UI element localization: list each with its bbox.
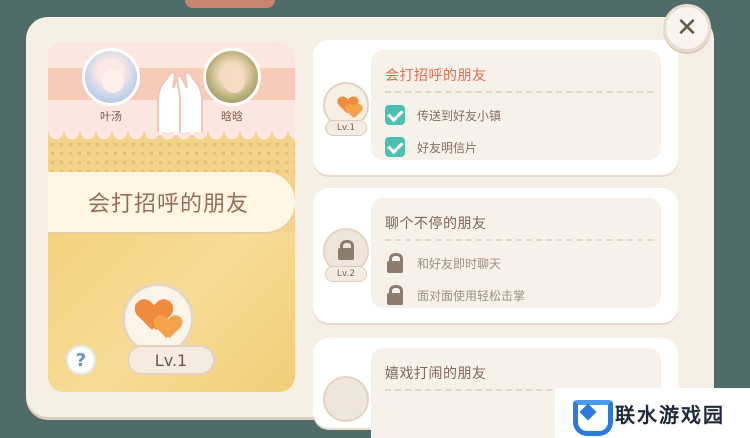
level-2-label: Lv.2 [325,266,367,282]
divider [385,91,653,93]
lock-icon [336,240,356,260]
heart-icon [346,104,361,118]
check-icon [385,105,405,125]
perk-row: 和好友即时聊天 [385,252,501,274]
level-1-title: 会打招呼的朋友 [385,68,487,84]
perk-row: 好友明信片 [385,136,477,158]
divider [385,239,653,241]
watermark: 联水游戏园 [555,388,750,438]
level-card-2: Lv.2 聊个不停的朋友 和好友即时聊天 面对面使用轻松击掌 [313,188,678,323]
close-button[interactable]: ✕ [663,4,711,52]
perk-label: 面对面使用轻松击掌 [417,288,526,303]
level-1-label: Lv.1 [325,120,367,136]
lock-icon [385,253,405,273]
perk-label: 好友明信片 [417,140,478,155]
perk-row: 面对面使用轻松击掌 [385,284,525,306]
current-level-label: Lv.1 [127,345,215,375]
level-2-title: 聊个不停的朋友 [385,216,487,232]
watermark-text: 联水游戏园 [615,402,725,427]
friend-name-1: 叶汤 [100,110,122,123]
level-card-1: Lv.1 会打招呼的朋友 传送到好友小镇 好友明信片 [313,40,678,175]
friend-name-2: 晗晗 [221,110,243,123]
help-button[interactable]: ? [66,345,96,375]
check-icon [385,137,405,157]
lock-icon [385,285,405,305]
friend-avatar-2[interactable] [203,48,261,106]
perk-label: 传送到好友小镇 [417,108,502,123]
level-3-locked-badge [323,376,369,422]
relationship-title: 会打招呼的朋友 [87,192,249,217]
top-decor-strip [185,0,275,8]
perk-row: 传送到好友小镇 [385,104,501,126]
perk-label: 和好友即时聊天 [417,256,502,271]
site-logo-icon [573,398,613,436]
avatars-area: 叶汤 晗晗 [48,42,295,137]
relationship-title-banner: 会打招呼的朋友 [48,172,295,232]
dotted-pattern [48,140,295,175]
heart-icon [155,316,181,339]
friend-avatar-1[interactable] [82,48,140,106]
level-3-title: 嬉戏打闹的朋友 [385,366,487,382]
